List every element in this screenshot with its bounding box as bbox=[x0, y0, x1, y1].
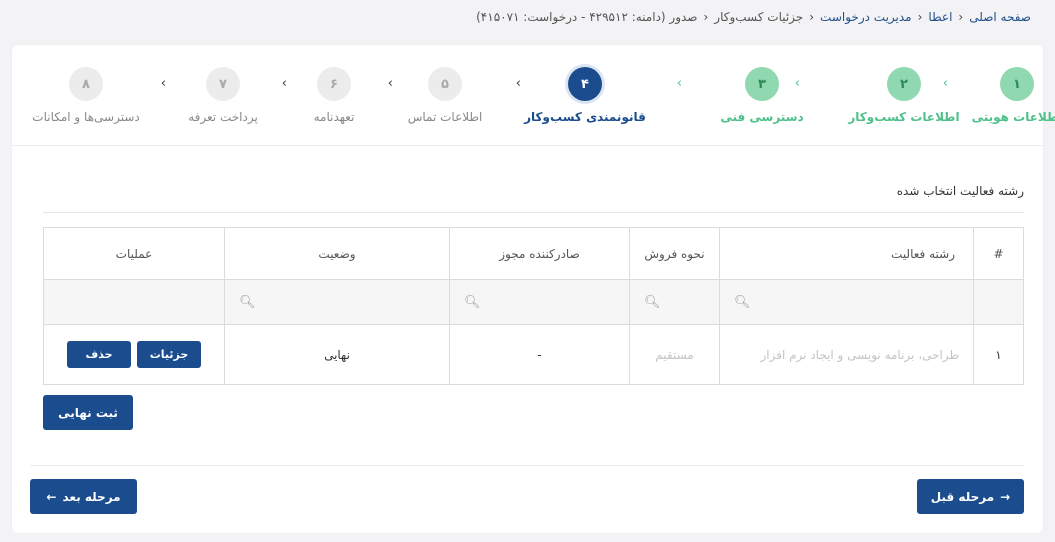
activity-table: # رشته فعالیت نحوه فروش صادرکننده مجوز و… bbox=[43, 227, 1024, 385]
row-sale-method: مستقیم bbox=[629, 325, 719, 384]
column-header-ops: عملیات bbox=[115, 246, 153, 261]
step-label: دسترسی‌ها و امکانات bbox=[32, 110, 140, 124]
filter-status-input[interactable]: 🔍︎ bbox=[224, 280, 449, 324]
table-row: ۱ طراحی، برنامه نویسی و ایجاد نرم افزار … bbox=[44, 324, 1023, 384]
filter-sale-input[interactable]: 🔍︎ bbox=[629, 280, 719, 324]
step-number: ۴ bbox=[568, 67, 602, 101]
details-button[interactable]: جزئیات bbox=[137, 341, 201, 368]
wizard-card: ۱ اطلاعات هویتی › ۲ اطلاعات کسب‌وکار › ۳… bbox=[12, 45, 1055, 533]
step-number: ۵ bbox=[428, 67, 462, 101]
next-step-button[interactable]: مرحله بعد ← bbox=[30, 479, 137, 514]
chevron-left-icon: › bbox=[515, 76, 521, 91]
step-label: تعهدنامه bbox=[313, 110, 355, 124]
row-actions: جزئیات حذف bbox=[44, 325, 224, 384]
section-title: رشته فعالیت انتخاب شده bbox=[896, 184, 1024, 198]
breadcrumb-home[interactable]: صفحه اصلی bbox=[969, 10, 1031, 24]
step-legal-compliance[interactable]: ۴ قانونمندی کسب‌وکار bbox=[524, 67, 646, 124]
step-label: قانونمندی کسب‌وکار bbox=[524, 110, 646, 124]
step-label: پرداخت تعرفه bbox=[188, 110, 258, 124]
column-header-sale: نحوه فروش bbox=[629, 228, 719, 279]
filter-cell-empty bbox=[44, 280, 224, 324]
arrow-left-icon: ← bbox=[46, 489, 57, 504]
previous-step-label: مرحله قبل bbox=[930, 489, 995, 504]
search-icon: 🔍︎ bbox=[734, 294, 751, 310]
delete-button[interactable]: حذف bbox=[67, 341, 131, 368]
step-label: دسترسی فنی bbox=[720, 110, 804, 124]
divider bbox=[43, 212, 1024, 213]
divider bbox=[30, 465, 1025, 466]
step-number: ۱ bbox=[1000, 67, 1034, 101]
step-number: ۲ bbox=[887, 67, 921, 101]
step-label: اطلاعات هویتی bbox=[971, 110, 1055, 124]
breadcrumb-grant[interactable]: اعطا bbox=[928, 10, 952, 24]
step-number: ۷ bbox=[206, 67, 240, 101]
search-icon: 🔍︎ bbox=[464, 294, 481, 310]
row-activity-field: طراحی، برنامه نویسی و ایجاد نرم افزار bbox=[719, 325, 973, 384]
chevron-left-icon: ‹ bbox=[958, 10, 964, 24]
final-submit-button[interactable]: ثبت نهایی bbox=[43, 395, 133, 430]
table-filter-row: 🔍︎ 🔍︎ 🔍︎ 🔍︎ bbox=[44, 279, 1023, 324]
chevron-left-icon: ‹ bbox=[917, 10, 923, 24]
step-label: اطلاعات کسب‌وکار bbox=[848, 110, 960, 124]
table-header-row: # رشته فعالیت نحوه فروش صادرکننده مجوز و… bbox=[44, 228, 1023, 279]
row-index: ۱ bbox=[973, 325, 1023, 384]
step-technical-access[interactable]: ۳ دسترسی فنی bbox=[702, 67, 822, 124]
previous-step-button[interactable]: → مرحله قبل bbox=[917, 479, 1024, 514]
chevron-left-icon: › bbox=[160, 76, 166, 91]
chevron-left-icon: ‹ bbox=[809, 10, 815, 24]
breadcrumb-current: صدور (دامنه: ۴۲۹۵۱۲ - درخواست: ۴۱۵۰۷۱) bbox=[476, 10, 698, 24]
chevron-left-icon: › bbox=[676, 76, 682, 91]
step-number: ۳ bbox=[745, 67, 779, 101]
chevron-left-icon: ‹ bbox=[703, 10, 709, 24]
step-access-features[interactable]: ۸ دسترسی‌ها و امکانات bbox=[26, 67, 146, 124]
step-label: اطلاعات تماس bbox=[407, 110, 483, 124]
breadcrumb-business-details[interactable]: جزئیات کسب‌وکار bbox=[714, 10, 803, 24]
filter-field-input[interactable]: 🔍︎ bbox=[719, 280, 973, 324]
step-fee-payment[interactable]: ۷ پرداخت تعرفه bbox=[163, 67, 283, 124]
column-header-field: رشته فعالیت bbox=[719, 228, 973, 279]
next-step-label: مرحله بعد bbox=[62, 489, 121, 504]
step-number: ۸ bbox=[69, 67, 103, 101]
row-status: نهایی bbox=[224, 325, 449, 384]
step-business-info[interactable]: ۲ اطلاعات کسب‌وکار bbox=[844, 67, 964, 124]
breadcrumb: صفحه اصلی ‹ اعطا ‹ مدیریت درخواست ‹ جزئی… bbox=[476, 10, 1031, 24]
search-icon: 🔍︎ bbox=[239, 294, 256, 310]
filter-cell-empty bbox=[973, 280, 1023, 324]
filter-issuer-input[interactable]: 🔍︎ bbox=[449, 280, 629, 324]
column-header-index: # bbox=[973, 228, 1023, 279]
step-number: ۶ bbox=[317, 67, 351, 101]
search-icon: 🔍︎ bbox=[644, 294, 661, 310]
divider bbox=[12, 145, 1043, 146]
column-header-status: وضعیت bbox=[224, 228, 449, 279]
column-header-issuer: صادرکننده مجوز bbox=[449, 228, 629, 279]
breadcrumb-request-management[interactable]: مدیریت درخواست bbox=[820, 10, 912, 24]
stepper: ۱ اطلاعات هویتی › ۲ اطلاعات کسب‌وکار › ۳… bbox=[12, 67, 1055, 147]
step-contact-info[interactable]: ۵ اطلاعات تماس bbox=[385, 67, 505, 124]
step-identity[interactable]: ۱ اطلاعات هویتی bbox=[957, 67, 1055, 124]
step-commitment[interactable]: ۶ تعهدنامه bbox=[274, 67, 394, 124]
row-issuer: - bbox=[449, 325, 629, 384]
arrow-right-icon: → bbox=[1000, 489, 1011, 504]
